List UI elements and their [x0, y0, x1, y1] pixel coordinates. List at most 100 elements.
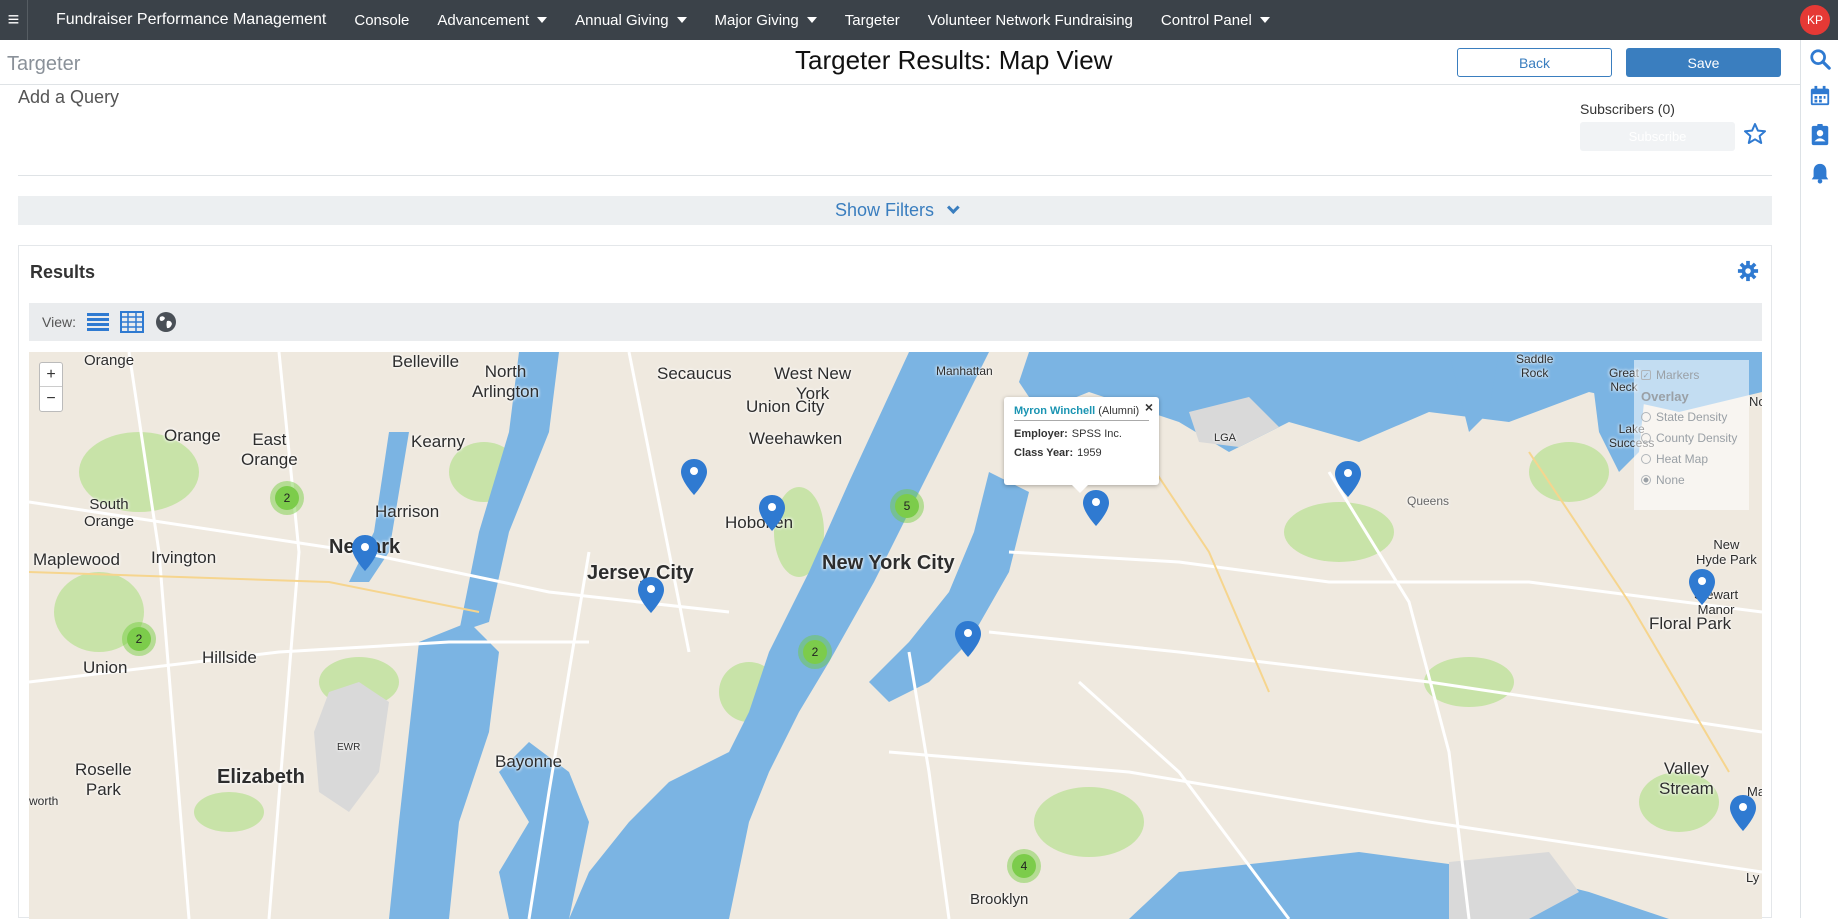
search-icon[interactable]: [1809, 48, 1831, 70]
view-label: View:: [42, 314, 76, 330]
right-rail: [1800, 40, 1838, 918]
map-label: South Orange: [84, 496, 135, 530]
bell-icon[interactable]: [1809, 162, 1831, 184]
nav-control-panel[interactable]: Control Panel: [1147, 0, 1284, 40]
nav-advancement[interactable]: Advancement: [423, 0, 561, 40]
map-zoom-control: + −: [39, 362, 63, 412]
hamburger-icon[interactable]: ≡: [0, 0, 28, 40]
map-label: Saddle Rock: [1516, 352, 1554, 380]
map-label: Irvington: [151, 548, 217, 567]
map-label: Floral Park: [1649, 614, 1732, 633]
results-panel: Results View: Orange Belleville North Ar…: [18, 245, 1772, 919]
map-label: Valley Stream: [1659, 759, 1714, 798]
nav-major-giving[interactable]: Major Giving: [701, 0, 831, 40]
popup-person-name[interactable]: Myron Winchell: [1014, 405, 1095, 417]
brand-title[interactable]: Fundraiser Performance Management: [28, 11, 340, 29]
grid-view-icon[interactable]: [119, 311, 144, 333]
back-button[interactable]: Back: [1457, 48, 1612, 77]
nav-console-label: Console: [354, 11, 410, 29]
map-marker-icon[interactable]: [1729, 794, 1757, 832]
map-cluster[interactable]: 5: [890, 489, 924, 523]
nav-targeter-label: Targeter: [844, 11, 900, 29]
map-label: Harrison: [375, 502, 440, 521]
map-cluster[interactable]: 2: [122, 622, 156, 656]
popup-person-type: (Alumni): [1098, 405, 1140, 417]
cluster-count: 2: [803, 640, 827, 664]
markers-checkbox[interactable]: ✓ Markers: [1641, 368, 1742, 382]
cluster-count: 2: [127, 627, 151, 651]
page-title: Targeter Results: Map View: [795, 45, 1113, 75]
popup-class-year-label: Class Year:: [1014, 447, 1074, 459]
divider: [1014, 420, 1149, 421]
nav-advancement-label: Advancement: [437, 11, 530, 29]
caret-down-icon: [1259, 17, 1270, 23]
map-marker-icon[interactable]: [680, 458, 708, 496]
map-marker-icon[interactable]: [637, 576, 665, 614]
avatar[interactable]: KP: [1800, 5, 1830, 35]
subscribe-button[interactable]: Subscribe: [1580, 122, 1735, 151]
gear-icon[interactable]: [1737, 260, 1759, 282]
show-filters-toggle[interactable]: Show Filters: [18, 196, 1772, 225]
map-label: Weehawken: [749, 429, 843, 448]
map-label: Hillside: [202, 648, 257, 667]
overlay-radio-none[interactable]: None: [1641, 473, 1742, 487]
map-label: Queens: [1407, 494, 1450, 508]
close-icon[interactable]: ×: [1145, 399, 1153, 415]
caret-down-icon: [537, 17, 548, 23]
overlay-option-label: County Density: [1656, 431, 1738, 445]
overlay-radio-heat-map[interactable]: Heat Map: [1641, 452, 1742, 466]
overlay-option-label: State Density: [1656, 410, 1728, 424]
zoom-out-button[interactable]: −: [40, 387, 62, 411]
map-label: LGA: [1214, 432, 1237, 444]
add-query-link[interactable]: Add a Query: [18, 87, 119, 108]
map-marker-icon[interactable]: [351, 534, 379, 572]
map-label: Kearny: [411, 432, 465, 451]
nav-annual-giving[interactable]: Annual Giving: [561, 0, 700, 40]
calendar-icon[interactable]: [1809, 85, 1831, 107]
overlay-option-label: None: [1656, 473, 1685, 487]
map-marker-icon[interactable]: [758, 494, 786, 532]
map-marker-icon[interactable]: [1334, 460, 1362, 498]
radio-icon: [1641, 433, 1651, 443]
caret-down-icon: [676, 17, 687, 23]
map-label: Roselle Park: [75, 760, 132, 799]
nav-volunteer-network[interactable]: Volunteer Network Fundraising: [914, 0, 1147, 40]
star-icon[interactable]: [1743, 122, 1767, 146]
map-cluster[interactable]: 2: [270, 481, 304, 515]
overlay-radio-state-density[interactable]: State Density: [1641, 410, 1742, 424]
map-label: New Hyde Park: [1696, 537, 1757, 567]
divider: [0, 84, 1800, 85]
map-label: Belleville: [392, 352, 460, 371]
map-cluster[interactable]: 2: [798, 635, 832, 669]
map-label: Elizabeth: [217, 766, 305, 788]
chevron-down-icon: [946, 201, 960, 215]
overlay-option-label: Heat Map: [1656, 452, 1709, 466]
view-toolbar: View:: [29, 303, 1762, 341]
map-label: Ly: [1746, 870, 1760, 885]
results-map[interactable]: Orange Belleville North Arlington Secauc…: [29, 352, 1762, 919]
map-label: Union: [83, 658, 128, 677]
cluster-count: 4: [1012, 854, 1036, 878]
results-title: Results: [30, 262, 96, 282]
map-marker-icon[interactable]: [954, 620, 982, 658]
contact-icon[interactable]: [1809, 124, 1831, 146]
cluster-count: 2: [275, 486, 299, 510]
save-button[interactable]: Save: [1626, 48, 1781, 77]
nav-targeter[interactable]: Targeter: [831, 0, 914, 40]
zoom-in-button[interactable]: +: [40, 363, 62, 387]
map-marker-icon[interactable]: [1082, 489, 1110, 527]
breadcrumb[interactable]: Targeter: [7, 53, 80, 76]
radio-icon: [1641, 454, 1651, 464]
show-filters-label: Show Filters: [834, 200, 935, 220]
map-marker-icon[interactable]: [1688, 568, 1716, 606]
nav-console[interactable]: Console: [340, 0, 423, 40]
overlay-radio-county-density[interactable]: County Density: [1641, 431, 1742, 445]
map-label: Union City: [746, 397, 825, 416]
markers-label: Markers: [1656, 368, 1700, 382]
nav-annual-giving-label: Annual Giving: [575, 11, 669, 29]
popup-employer-value: SPSS Inc.: [1071, 428, 1122, 440]
list-view-icon[interactable]: [86, 311, 110, 333]
globe-view-icon[interactable]: [154, 311, 178, 333]
map-cluster[interactable]: 4: [1007, 849, 1041, 883]
caret-down-icon: [806, 17, 817, 23]
